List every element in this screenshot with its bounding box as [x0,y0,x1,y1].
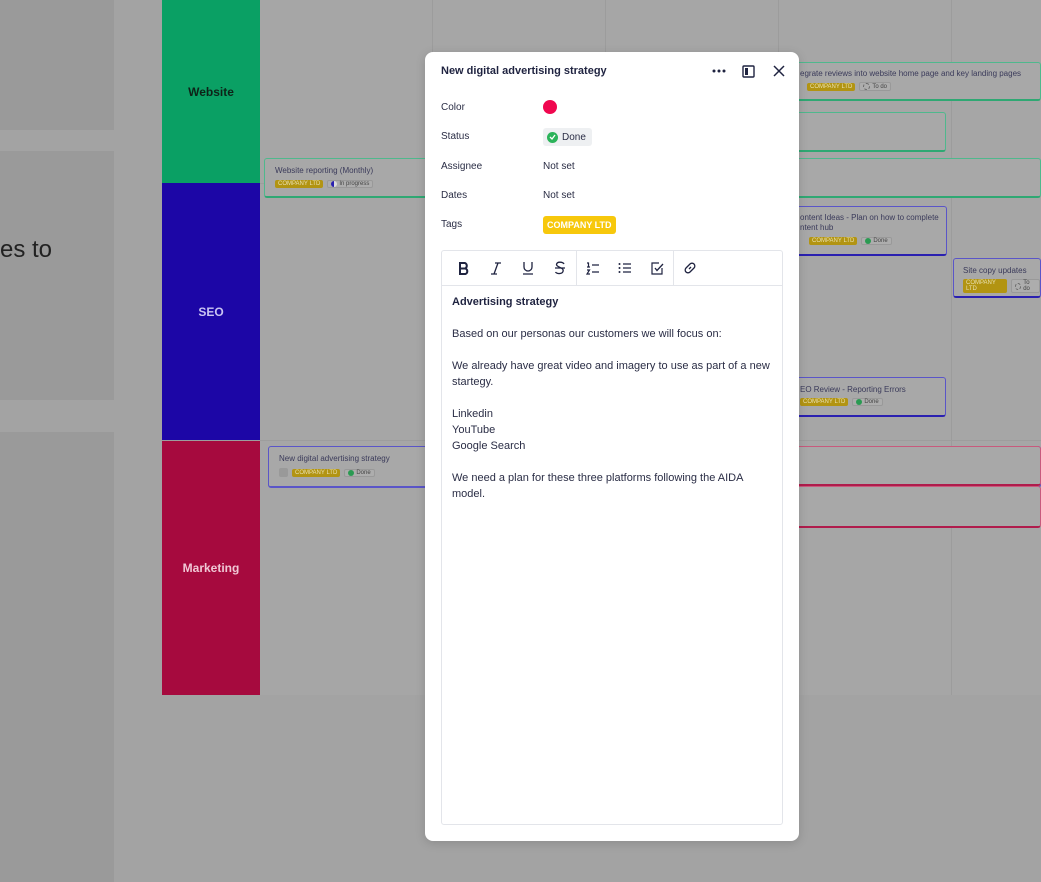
checklist-button[interactable] [641,251,673,285]
comment-icon [279,468,288,477]
card-title: egrate reviews into website home page an… [800,69,1022,78]
card-empty[interactable] [780,112,946,152]
lane-website[interactable]: Website [162,0,260,183]
left-panel [0,432,114,882]
card-tag: COMPANY LTD [800,398,849,406]
card-tag: COMPANY LTD [292,468,341,477]
link-icon [684,262,696,274]
lane-seo[interactable]: SEO [162,183,260,440]
card-status: To do [859,82,892,91]
close-button[interactable] [770,62,788,80]
underline-button[interactable] [512,251,544,285]
strikethrough-icon [554,261,565,275]
content-list-item: YouTube [452,424,496,436]
lane-label: Website [188,84,234,99]
card-status: Done [344,468,375,477]
editor-content[interactable]: Advertising strategy Based on our person… [442,286,782,526]
lane-label: SEO [198,304,224,319]
close-icon [773,65,785,77]
assignee-value[interactable]: Not set [543,161,575,172]
card-status: Done [861,237,892,245]
card-title: Site copy updates [963,266,1027,275]
link-button[interactable] [674,251,706,285]
color-label: Color [441,102,465,113]
card-status: Done [852,398,883,406]
card-tag: COMPANY LTD [963,279,1007,293]
panel-icon [741,64,755,78]
card-title: ontent Ideas - Plan on how to complete [800,213,939,222]
rich-text-editor[interactable]: Advertising strategy Based on our person… [441,250,783,825]
card-marketing-2[interactable] [780,486,1041,528]
gridline [951,0,952,695]
tags-label: Tags [441,219,463,230]
card-seo-review[interactable]: EO Review - Reporting Errors COMPANY LTD… [780,377,946,417]
bullet-list-icon [618,263,631,273]
left-panel [0,151,114,400]
status-label: Status [441,131,470,142]
ordered-list-button[interactable] [577,251,609,285]
status-value: Done [562,131,586,143]
dates-value[interactable]: Not set [543,190,575,201]
task-detail-modal: New digital advertising strategy Color S… [425,52,799,841]
card-title: New digital advertising strategy [279,454,390,463]
card-integrate-reviews[interactable]: egrate reviews into website home page an… [780,62,1041,101]
card-title: Website reporting (Monthly) [275,166,374,175]
content-list-item: Linkedin [452,408,493,420]
card-title: ntent hub [800,223,834,232]
ordered-list-icon [586,261,599,275]
content-paragraph: Based on our personas our customers we w… [452,328,722,340]
editor-toolbar [442,251,782,286]
bold-button[interactable] [448,251,480,285]
more-options-button[interactable] [710,62,728,80]
assignee-label: Assignee [441,161,483,172]
check-circle-icon [547,131,558,143]
color-swatch[interactable] [543,100,557,114]
card-marketing-1[interactable] [780,446,1041,486]
content-heading: Advertising strategy [452,296,559,308]
card-tag: COMPANY LTD [807,82,856,91]
card-content-ideas[interactable]: ontent Ideas - Plan on how to complete n… [780,206,947,256]
side-panel-button[interactable] [739,62,757,80]
left-partial-text: es to [0,236,53,263]
left-panel [0,0,114,130]
content-paragraph: We need a plan for these three platforms… [452,472,743,500]
tag-chip[interactable]: COMPANY LTD [543,216,616,234]
dates-label: Dates [441,190,468,201]
lane-label: Marketing [182,561,240,575]
underline-icon [523,262,533,275]
modal-title: New digital advertising strategy [441,65,607,77]
italic-icon [491,261,501,275]
italic-button[interactable] [480,251,512,285]
card-tag: COMPANY LTD [275,180,324,188]
bullet-list-button[interactable] [609,251,641,285]
more-horizontal-icon [712,69,726,73]
card-status: In progress [327,180,374,188]
lane-marketing[interactable]: Marketing [162,441,260,695]
content-paragraph: We already have great video and imagery … [452,360,770,388]
card-status: To do [1010,279,1040,293]
card-tag: COMPANY LTD [809,237,858,245]
card-title: EO Review - Reporting Errors [800,385,906,394]
card-site-copy[interactable]: Site copy updates COMPANY LTD To do [953,258,1041,298]
content-list-item: Google Search [452,440,526,452]
checklist-icon [650,261,663,275]
bold-icon [459,261,469,275]
status-selector[interactable]: Done [543,128,592,146]
strikethrough-button[interactable] [544,251,576,285]
